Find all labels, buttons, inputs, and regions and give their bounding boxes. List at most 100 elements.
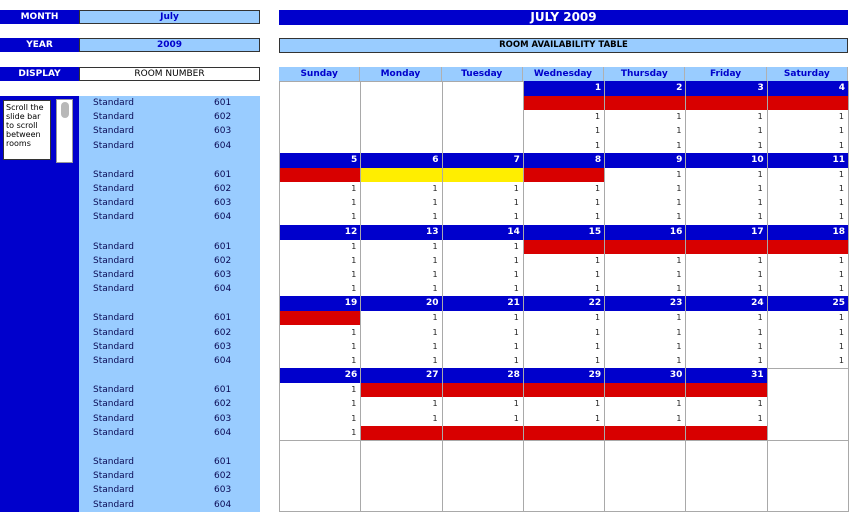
year-field[interactable]: 2009: [79, 38, 260, 52]
slot-available[interactable]: 1: [280, 354, 360, 368]
slot-available[interactable]: 1: [605, 340, 685, 354]
slot-available[interactable]: 1: [768, 110, 848, 124]
slot-available[interactable]: 1: [768, 196, 848, 210]
slot-booked[interactable]: [605, 239, 686, 254]
slot-available[interactable]: 1: [768, 326, 848, 340]
slot-available[interactable]: 1: [443, 254, 523, 268]
slot-booked[interactable]: [280, 311, 361, 326]
slot-available[interactable]: 1: [443, 354, 523, 368]
slot-available[interactable]: 1: [280, 426, 360, 440]
slot-booked[interactable]: [605, 425, 686, 440]
slot-available[interactable]: 1: [768, 168, 848, 182]
slot-available[interactable]: 1: [280, 196, 360, 210]
slot-available[interactable]: 1: [605, 282, 685, 296]
slot-available[interactable]: 1: [605, 311, 685, 325]
slot-available[interactable]: 1: [768, 124, 848, 138]
slot-available[interactable]: 1: [443, 282, 523, 296]
slot-available[interactable]: 1: [361, 354, 441, 368]
slot-available[interactable]: 1: [768, 210, 848, 224]
slot-available[interactable]: 1: [686, 182, 766, 196]
slot-available[interactable]: 1: [361, 340, 441, 354]
slot-available[interactable]: 1: [280, 240, 360, 254]
slot-booked[interactable]: [767, 96, 848, 110]
slot-available[interactable]: 1: [280, 340, 360, 354]
scrollbar-thumb[interactable]: [61, 102, 69, 118]
slot-available[interactable]: 1: [686, 412, 766, 426]
slot-available[interactable]: 1: [686, 354, 766, 368]
slot-booked[interactable]: [686, 425, 767, 440]
slot-available[interactable]: 1: [605, 196, 685, 210]
slot-available[interactable]: 1: [280, 326, 360, 340]
slot-available[interactable]: 1: [686, 210, 766, 224]
slot-available[interactable]: 1: [280, 182, 360, 196]
month-field[interactable]: July: [79, 10, 260, 24]
slot-available[interactable]: 1: [768, 282, 848, 296]
slot-booked[interactable]: [523, 167, 605, 182]
slot-available[interactable]: 1: [768, 268, 848, 282]
slot-available[interactable]: 1: [524, 282, 604, 296]
slot-available[interactable]: 1: [443, 240, 523, 254]
slot-available[interactable]: 1: [768, 254, 848, 268]
slot-booked[interactable]: [523, 383, 605, 398]
slot-available[interactable]: 1: [686, 340, 766, 354]
slot-available[interactable]: 1: [443, 340, 523, 354]
slot-available[interactable]: 1: [686, 282, 766, 296]
slot-available[interactable]: 1: [524, 210, 604, 224]
slot-available[interactable]: 1: [768, 340, 848, 354]
slot-booked[interactable]: [686, 96, 767, 110]
slot-booked[interactable]: [523, 239, 605, 254]
slot-available[interactable]: 1: [524, 326, 604, 340]
slot-available[interactable]: 1: [605, 110, 685, 124]
slot-available[interactable]: 1: [605, 412, 685, 426]
slot-available[interactable]: 1: [443, 326, 523, 340]
slot-available[interactable]: 1: [768, 311, 848, 325]
slot-available[interactable]: 1: [443, 196, 523, 210]
slot-available[interactable]: 1: [768, 182, 848, 196]
slot-available[interactable]: 1: [524, 354, 604, 368]
slot-booked[interactable]: [280, 167, 361, 182]
slot-available[interactable]: 1: [686, 196, 766, 210]
slot-booked[interactable]: [361, 383, 442, 398]
slot-available[interactable]: 1: [605, 326, 685, 340]
slot-available[interactable]: 1: [443, 311, 523, 325]
slot-available[interactable]: 1: [443, 397, 523, 411]
slot-available[interactable]: 1: [280, 282, 360, 296]
slot-available[interactable]: 1: [280, 268, 360, 282]
slot-available[interactable]: 1: [524, 124, 604, 138]
slot-pending[interactable]: [442, 167, 523, 182]
slot-available[interactable]: 1: [605, 397, 685, 411]
slot-available[interactable]: 1: [605, 139, 685, 153]
slot-available[interactable]: 1: [524, 110, 604, 124]
slot-available[interactable]: 1: [280, 254, 360, 268]
slot-available[interactable]: 1: [443, 412, 523, 426]
slot-booked[interactable]: [686, 383, 767, 398]
slot-available[interactable]: 1: [605, 254, 685, 268]
slot-available[interactable]: 1: [686, 168, 766, 182]
slot-available[interactable]: 1: [605, 168, 685, 182]
slot-available[interactable]: 1: [686, 110, 766, 124]
slot-available[interactable]: 1: [768, 139, 848, 153]
slot-available[interactable]: 1: [361, 182, 441, 196]
slot-available[interactable]: 1: [361, 412, 441, 426]
slot-available[interactable]: 1: [605, 268, 685, 282]
slot-available[interactable]: 1: [524, 268, 604, 282]
slot-booked[interactable]: [686, 239, 767, 254]
slot-available[interactable]: 1: [280, 383, 360, 397]
slot-available[interactable]: 1: [605, 182, 685, 196]
slot-available[interactable]: 1: [524, 182, 604, 196]
slot-available[interactable]: 1: [524, 139, 604, 153]
slot-booked[interactable]: [442, 383, 523, 398]
slot-available[interactable]: 1: [686, 311, 766, 325]
slot-available[interactable]: 1: [524, 397, 604, 411]
slot-booked[interactable]: [523, 425, 605, 440]
slot-available[interactable]: 1: [524, 254, 604, 268]
slot-pending[interactable]: [361, 167, 442, 182]
slot-available[interactable]: 1: [280, 412, 360, 426]
slot-available[interactable]: 1: [686, 326, 766, 340]
slot-booked[interactable]: [523, 96, 605, 110]
slot-available[interactable]: 1: [361, 268, 441, 282]
slot-available[interactable]: 1: [605, 210, 685, 224]
slot-available[interactable]: 1: [361, 311, 441, 325]
slot-available[interactable]: 1: [361, 210, 441, 224]
slot-available[interactable]: 1: [686, 139, 766, 153]
